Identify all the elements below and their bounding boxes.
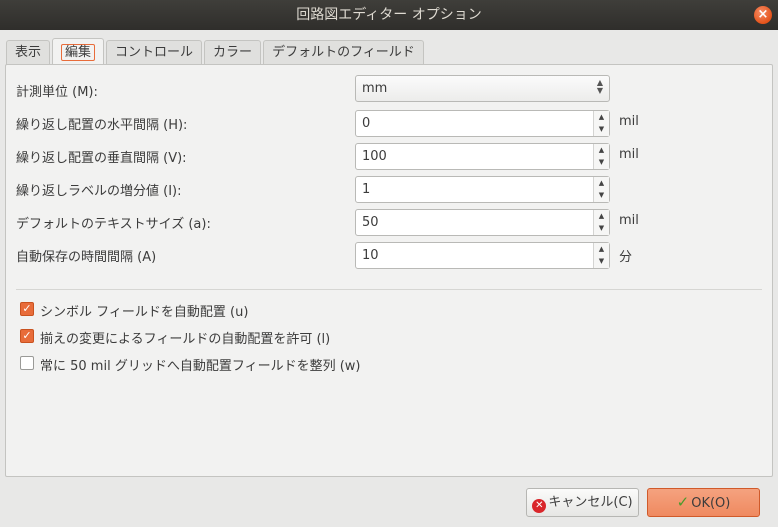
- repeat-v-label: 繰り返し配置の垂直間隔 (V):: [16, 151, 187, 166]
- combo-arrows-icon: ▲ ▼: [596, 78, 603, 95]
- repeat-label-spinner[interactable]: ▲▼: [355, 176, 610, 203]
- repeat-h-unit: mil: [619, 114, 639, 129]
- repeat-v-input[interactable]: [356, 144, 594, 169]
- spinner-arrows-icon[interactable]: ▲ ▼: [593, 243, 609, 268]
- autosave-unit: 分: [619, 250, 633, 265]
- ok-button[interactable]: ✓ OK(O): [647, 488, 760, 517]
- units-label: 計測単位 (M):: [16, 85, 98, 100]
- text-size-spinner[interactable]: ▲▼: [355, 209, 610, 236]
- repeat-h-label: 繰り返し配置の水平間隔 (H):: [16, 118, 188, 133]
- repeat-label-label: 繰り返しラベルの増分値 (I):: [16, 184, 182, 199]
- align-autoplace-grid-label[interactable]: 常に 50 mil グリッドへ自動配置フィールドを整列 (w): [40, 355, 360, 374]
- spinner-arrows-icon[interactable]: ▲ ▼: [593, 210, 609, 235]
- tab-edit[interactable]: 編集: [52, 38, 105, 65]
- autosave-label: 自動保存の時間間隔 (A): [16, 250, 157, 265]
- units-select[interactable]: mm ▲ ▼: [355, 75, 610, 102]
- window-title: 回路図エディター オプション: [296, 7, 482, 23]
- text-size-input[interactable]: [356, 210, 594, 235]
- tab-bar: 表示 編集 コントロール カラー デフォルトのフィールド: [6, 38, 426, 65]
- repeat-h-input[interactable]: [356, 111, 594, 136]
- repeat-h-spinner[interactable]: ▲▼: [355, 110, 610, 137]
- autosave-spinner[interactable]: ▲▼: [355, 242, 610, 269]
- text-size-label: デフォルトのテキストサイズ (a):: [16, 217, 211, 232]
- checkbox-checked-icon[interactable]: ✓: [20, 329, 34, 343]
- repeat-v-unit: mil: [619, 147, 639, 162]
- cancel-button[interactable]: ✕ キャンセル(C): [526, 488, 639, 517]
- title-bar: 回路図エディター オプション ×: [0, 0, 778, 30]
- tab-controls[interactable]: コントロール: [106, 40, 203, 65]
- units-value: mm: [362, 81, 388, 96]
- tab-display[interactable]: 表示: [6, 40, 51, 65]
- tab-colors[interactable]: カラー: [204, 40, 262, 65]
- close-icon[interactable]: ×: [754, 6, 772, 24]
- spinner-arrows-icon[interactable]: ▲ ▼: [593, 111, 609, 136]
- repeat-v-spinner[interactable]: ▲▼: [355, 143, 610, 170]
- checkbox-unchecked-icon[interactable]: [20, 356, 34, 370]
- autoplace-fields-label[interactable]: シンボル フィールドを自動配置 (u): [40, 301, 248, 320]
- checkbox-checked-icon[interactable]: ✓: [20, 302, 34, 316]
- checkmark-icon: ✓: [676, 493, 690, 511]
- cancel-icon: ✕: [532, 499, 547, 513]
- tab-default-fields[interactable]: デフォルトのフィールド: [263, 40, 424, 65]
- separator: [16, 289, 762, 290]
- repeat-label-input[interactable]: [356, 177, 594, 202]
- edit-panel: 計測単位 (M): mm ▲▼ 繰り返し配置の水平間隔 (H): ▲▼ mil …: [5, 64, 773, 477]
- allow-autoplace-justify-label[interactable]: 揃えの変更によるフィールドの自動配置を許可 (l): [40, 328, 330, 347]
- spinner-arrows-icon[interactable]: ▲ ▼: [593, 144, 609, 169]
- spinner-arrows-icon[interactable]: ▲ ▼: [593, 177, 609, 202]
- autosave-input[interactable]: [356, 243, 594, 268]
- text-size-unit: mil: [619, 213, 639, 228]
